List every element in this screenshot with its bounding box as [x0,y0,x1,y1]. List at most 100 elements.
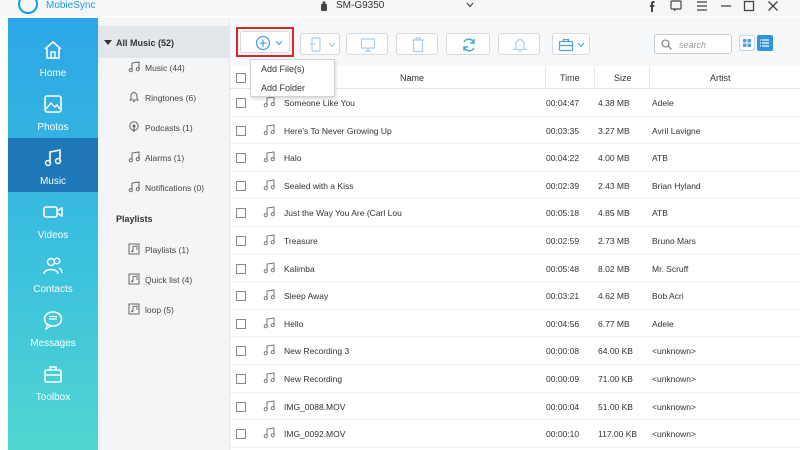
track-artist: Brian Hyland [652,180,701,191]
track-time: 00:00:08 [546,346,580,357]
phone-export-icon [310,37,321,52]
playlist-item-label: Quick list (4) [145,275,193,285]
column-header-name[interactable]: Name [400,73,424,83]
nav-contacts-label: Contacts [33,284,73,295]
nav-music-label: Music [39,176,67,187]
table-row[interactable]: Kalimba 00:05:48 8.02 MB Mr. Scruff [230,255,800,283]
track-artist: <unknown> [652,429,696,440]
device-name[interactable]: SM-G9350 [336,0,384,11]
row-checkbox[interactable] [236,263,246,274]
playlist-item-playlists[interactable]: Playlists (1) [128,242,228,258]
maximize-icon[interactable] [743,0,755,12]
row-checkbox[interactable] [236,429,246,440]
playlist-item-loop[interactable]: loop (5) [128,302,228,318]
search-placeholder[interactable]: search [679,40,706,50]
podcast-icon [129,121,139,132]
menu-item-add-files[interactable]: Add File(s) [261,64,305,74]
menu-icon[interactable] [696,0,708,12]
facebook-icon[interactable] [646,0,658,12]
contacts-icon [43,257,63,275]
category-notifications[interactable]: Notifications (0) [128,180,228,196]
list-view-button[interactable] [757,35,773,51]
search-icon[interactable] [661,39,672,50]
music-note-icon [263,179,275,191]
nav-videos[interactable]: Videos [8,192,98,246]
playlist-icon [128,273,140,285]
column-divider [545,67,546,89]
table-row[interactable]: IMG_0092.MOV 00:00:10 117.00 KB <unknown> [230,420,800,448]
category-all-music[interactable]: All Music (52) [98,26,230,58]
select-all-checkbox[interactable] [236,73,246,83]
nav-contacts[interactable]: Contacts [8,246,98,300]
table-row[interactable]: Sealed with a Kiss 00:02:39 2.43 MB Brian H… [230,172,800,200]
nav-music[interactable]: Music [8,138,98,192]
row-checkbox[interactable] [236,401,246,412]
delete-button[interactable] [396,33,438,55]
nav-photos[interactable]: Photos [8,84,98,138]
track-time: 00:00:09 [546,374,580,384]
nav-home[interactable]: Home [8,30,98,84]
playlist-item-quick-list[interactable]: Quick list (4) [128,272,228,288]
menu-item-add-folder[interactable]: Add Folder [261,83,305,93]
row-checkbox[interactable] [236,125,246,136]
chevron-down-icon[interactable] [466,1,474,9]
nav-photos-label: Photos [37,122,69,133]
track-name: New Recording 3 [284,346,350,357]
feedback-icon[interactable] [670,0,682,12]
row-checkbox[interactable] [236,153,246,164]
home-icon [44,40,62,59]
category-ringtones[interactable]: Ringtones (6) [128,90,228,106]
column-header-time[interactable]: Time [560,73,580,83]
category-music[interactable]: Music (44) [128,60,228,76]
table-row[interactable]: Halo 00:04:22 4.00 MB ATB [230,144,800,172]
row-checkbox[interactable] [236,180,246,191]
track-artist: <unknown> [652,401,696,412]
nav-messages[interactable]: Messages [8,300,98,354]
track-artist: Bob Acri [652,291,684,302]
row-checkbox[interactable] [236,291,246,302]
row-checkbox[interactable] [236,346,246,357]
category-alarms[interactable]: Alarms (1) [128,150,228,166]
column-header-size[interactable]: Size [614,73,632,83]
row-checkbox[interactable] [236,374,246,384]
close-icon[interactable] [767,0,779,12]
track-name: Treasure [284,236,318,246]
table-row[interactable]: New Recording 00:00:09 71.00 KB <unknown> [230,365,800,393]
row-checkbox[interactable] [236,98,246,108]
table-row[interactable]: Sleep Away 00:03:21 4.62 MB Bob Acri [230,282,800,310]
add-button-highlight [236,27,294,57]
track-size: 2.73 MB [598,236,630,246]
notification-icon [128,181,140,193]
sync-button[interactable] [446,33,490,55]
nav-toolbox[interactable]: Toolbox [8,354,98,408]
column-header-artist[interactable]: Artist [710,73,731,83]
table-row[interactable]: Treasure 00:02:59 2.73 MB Bruno Mars [230,227,800,255]
table-row[interactable]: Here's To Never Growing Up 00:03:35 3.27 M… [230,117,800,145]
row-checkbox[interactable] [236,208,246,219]
table-row[interactable]: New Recording 3 00:00:08 64.00 KB <unknown> [230,337,800,365]
export-to-device-button[interactable] [300,33,340,55]
nav-messages-label: Messages [30,338,76,349]
track-time: 00:03:21 [546,291,580,302]
export-to-pc-button[interactable] [346,33,388,55]
category-podcasts[interactable]: Podcasts (1) [128,120,228,136]
grid-view-button[interactable] [739,35,755,51]
photo-icon [44,95,62,113]
table-row[interactable]: Hello 00:04:56 6.77 MB Adele [230,310,800,338]
search-box[interactable]: search [654,34,732,54]
music-note-icon [263,400,275,411]
category-notifications-label: Notifications (0) [145,183,205,193]
row-checkbox[interactable] [236,236,246,246]
toolbox-menu-button[interactable] [552,33,590,55]
ringtone-maker-button[interactable] [498,33,540,55]
playlists-title: Playlists [116,214,153,224]
minimize-icon[interactable] [720,0,732,12]
table-row[interactable]: Just the Way You Are (Carl Lou 00:05:18 4.… [230,199,800,227]
collapse-triangle-icon[interactable] [104,40,112,45]
music-note-icon [263,372,275,384]
row-checkbox[interactable] [236,318,246,329]
track-time: 00:00:10 [546,429,580,440]
table-row[interactable]: IMG_0088.MOV 00:00:04 51.00 KB <unknown> [230,393,800,421]
track-size: 4.85 MB [598,208,630,219]
music-note-icon [263,96,275,108]
